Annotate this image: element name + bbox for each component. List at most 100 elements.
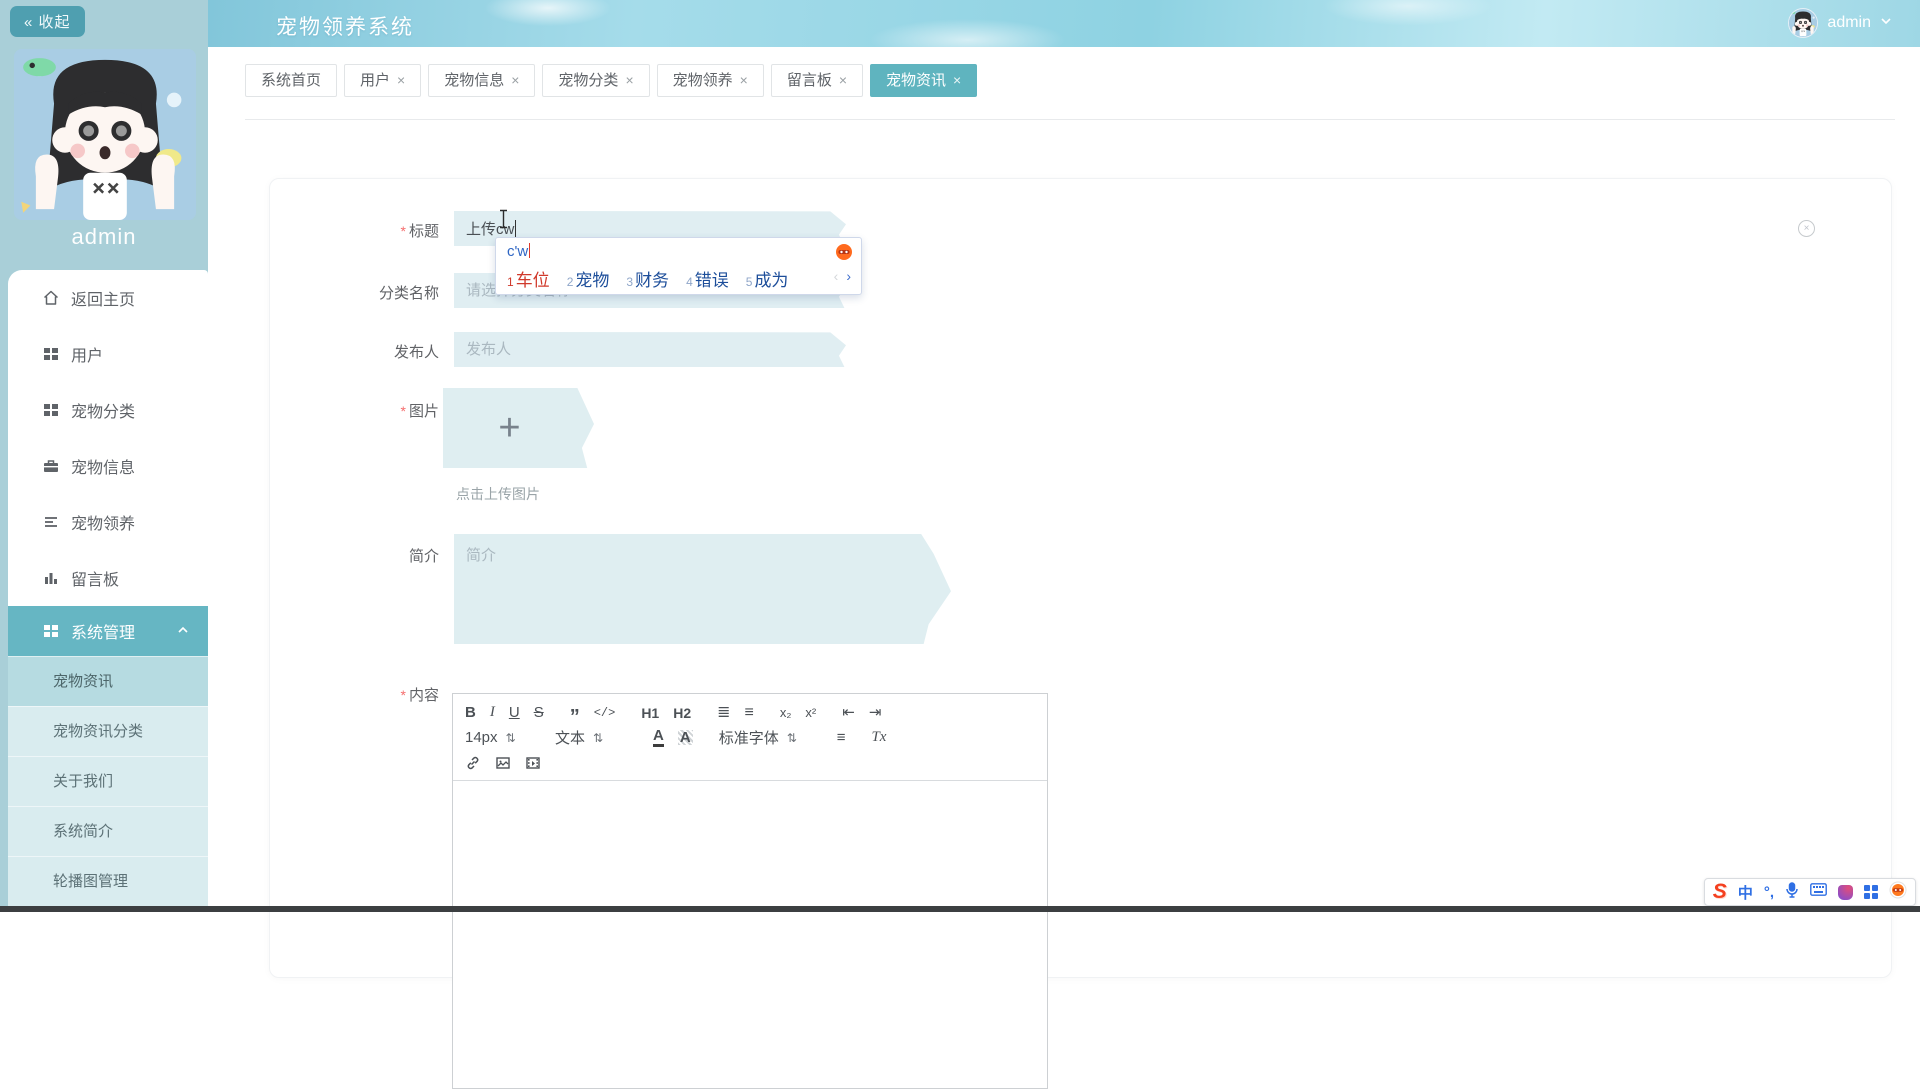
editor-content-area[interactable] [453, 781, 1047, 1081]
sidebar-item-pet-info[interactable]: 宠物信息 [8, 438, 208, 494]
ime-candidates: 1车位 2宠物 3财务 4错误 5成为 [507, 266, 805, 291]
sidebar-item-label: 返回主页 [71, 286, 135, 310]
superscript-button[interactable]: x² [805, 706, 816, 719]
grid-icon [41, 621, 61, 641]
bar-chart-icon [41, 568, 61, 588]
ime-candidate[interactable]: 1车位 [507, 266, 550, 291]
code-button[interactable]: </> [594, 707, 616, 719]
submenu-item-pet-news-category[interactable]: 宠物资讯分类 [8, 706, 208, 756]
outdent-button[interactable]: ⇤ [842, 705, 855, 720]
tab-pet-news[interactable]: 宠物资讯× [870, 64, 977, 97]
sidebar-item-label: 留言板 [71, 566, 119, 590]
sidebar-submenu: 宠物资讯 宠物资讯分类 关于我们 系统简介 轮播图管理 [8, 656, 208, 906]
ime-candidate[interactable]: 3财务 [626, 266, 669, 291]
font-size-select[interactable]: 14px ⇅ [465, 729, 529, 746]
home-icon [41, 288, 61, 308]
close-icon[interactable]: × [511, 72, 519, 88]
sidebar-item-label: 宠物信息 [71, 454, 135, 478]
tab-users[interactable]: 用户× [344, 64, 421, 97]
ime-prev-page-icon[interactable]: ‹ [834, 268, 839, 284]
underline-button[interactable]: U [509, 705, 520, 720]
sidebar-item-label: 用户 [71, 342, 103, 366]
font-family-select[interactable]: 标准字体 ⇅ [719, 727, 811, 748]
link-button[interactable] [465, 755, 481, 771]
sogou-emoji-icon[interactable] [1889, 881, 1907, 904]
updown-icon: ⇅ [593, 731, 603, 745]
skin-icon[interactable] [1838, 885, 1853, 900]
publisher-input[interactable] [454, 332, 846, 367]
close-icon[interactable]: × [397, 72, 405, 88]
ime-candidate[interactable]: 2宠物 [567, 266, 610, 291]
indent-button[interactable]: ⇥ [869, 705, 882, 720]
user-menu[interactable]: admin [1788, 8, 1892, 38]
keyboard-icon[interactable] [1810, 883, 1827, 901]
publisher-label: 发布人 [270, 341, 439, 362]
tab-message-board[interactable]: 留言板× [771, 64, 863, 97]
sidebar-item-pet-category[interactable]: 宠物分类 [8, 382, 208, 438]
text-style-select[interactable]: 文本 ⇅ [555, 727, 627, 748]
editor-toolbar: B I U S ” </> H1 H2 ≣ ≡ x₂ x² ⇤ ⇥ [453, 694, 1047, 781]
text-caret [515, 220, 516, 237]
ime-next-page-icon[interactable]: › [846, 268, 851, 284]
tab-pet-category[interactable]: 宠物分类× [542, 64, 649, 97]
chevron-up-icon [176, 623, 190, 642]
clear-input-icon[interactable]: × [1798, 220, 1815, 237]
close-icon[interactable]: × [839, 72, 847, 88]
video-button[interactable] [525, 755, 541, 771]
background-color-button[interactable]: A [678, 730, 693, 745]
bullet-list-button[interactable]: ≡ [745, 705, 754, 721]
close-icon[interactable]: × [953, 72, 961, 88]
submenu-item-carousel-management[interactable]: 轮播图管理 [8, 856, 208, 906]
plus-icon: + [498, 407, 520, 450]
sidebar-item-message-board[interactable]: 留言板 [8, 550, 208, 606]
blockquote-button[interactable]: ” [570, 712, 580, 722]
sidebar-item-label: 宠物领养 [71, 510, 135, 534]
tab-pet-info[interactable]: 宠物信息× [428, 64, 535, 97]
image-label: *图片 [270, 400, 439, 421]
chevron-down-icon [1880, 14, 1892, 32]
image-button[interactable] [495, 755, 511, 771]
ime-candidate[interactable]: 4错误 [686, 266, 729, 291]
grid-icon [41, 344, 61, 364]
sidebar-item-home[interactable]: 返回主页 [8, 270, 208, 326]
image-upload[interactable]: + [443, 388, 594, 468]
close-icon[interactable]: × [740, 72, 748, 88]
taskbar-edge [0, 906, 1920, 912]
toolbox-icon[interactable] [1864, 885, 1878, 899]
sidebar-item-users[interactable]: 用户 [8, 326, 208, 382]
collapse-sidebar-button[interactable]: « 收起 [10, 6, 85, 37]
submenu-item-system-intro[interactable]: 系统简介 [8, 806, 208, 856]
tab-system-home[interactable]: 系统首页 [245, 64, 337, 97]
align-button[interactable]: ≡ [837, 730, 846, 745]
upload-hint: 点击上传图片 [456, 484, 540, 504]
close-icon[interactable]: × [625, 72, 633, 88]
list-icon [41, 512, 61, 532]
submenu-item-about-us[interactable]: 关于我们 [8, 756, 208, 806]
text-color-button[interactable]: A [653, 728, 664, 747]
updown-icon: ⇅ [787, 731, 797, 745]
chinese-mode-icon[interactable]: 中 [1738, 882, 1753, 903]
sogou-ime-toolbar: S 中 °, [1704, 878, 1916, 906]
sidebar-item-pet-adoption[interactable]: 宠物领养 [8, 494, 208, 550]
intro-label: 简介 [270, 545, 439, 566]
tab-pet-adoption[interactable]: 宠物领养× [657, 64, 764, 97]
ime-composition: c'w [507, 243, 530, 260]
sidebar-item-system-management[interactable]: 系统管理 [8, 606, 208, 656]
italic-button[interactable]: I [490, 705, 495, 720]
sogou-logo-icon[interactable]: S [1713, 880, 1727, 904]
title-label: *标题 [270, 220, 439, 241]
strikethrough-button[interactable]: S [534, 705, 544, 720]
ime-caret [529, 243, 530, 258]
clean-format-button[interactable]: Tx [871, 730, 886, 745]
heading1-button[interactable]: H1 [641, 706, 659, 720]
heading2-button[interactable]: H2 [673, 706, 691, 720]
sidebar-item-label: 系统管理 [71, 619, 135, 643]
punctuation-icon[interactable]: °, [1764, 884, 1774, 901]
ordered-list-button[interactable]: ≣ [717, 705, 730, 721]
bold-button[interactable]: B [465, 705, 476, 720]
submenu-item-pet-news[interactable]: 宠物资讯 [8, 656, 208, 706]
microphone-icon[interactable] [1785, 882, 1799, 903]
ime-candidate[interactable]: 5成为 [746, 266, 789, 291]
intro-textarea[interactable]: 简介 [454, 534, 951, 644]
subscript-button[interactable]: x₂ [780, 706, 792, 719]
